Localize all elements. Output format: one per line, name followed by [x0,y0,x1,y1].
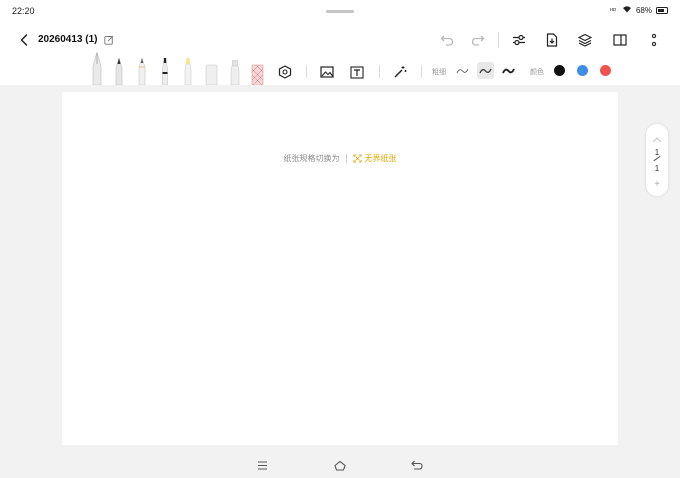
total-pages: 1 [654,164,660,173]
layers-button[interactable] [576,31,594,49]
pattern-brush-icon [251,64,264,85]
rename-button[interactable] [103,34,115,46]
adjust-icon [513,34,525,46]
status-time: 22:20 [12,6,35,16]
add-page-button[interactable]: + [646,179,668,190]
drawing-canvas[interactable]: 纸张规格切换为 无界纸张 [62,92,618,445]
paper-size-hint: 纸张规格切换为 无界纸张 [62,153,618,164]
tool-fountain-pen[interactable] [90,52,104,85]
battery-icon [656,6,668,14]
export-button[interactable] [543,31,561,49]
system-nav-bar [0,452,680,478]
toolbar-divider [421,65,422,78]
page-navigator: 1 1 + [646,124,668,196]
tool-pattern-brush[interactable] [251,64,264,85]
page-up-button[interactable] [652,130,662,148]
pencil-icon [138,58,146,85]
shape-tool-button[interactable] [277,64,293,80]
header-divider [498,32,499,48]
color-swatch-red[interactable] [600,65,611,76]
more-icon [651,33,657,47]
image-icon [320,66,334,78]
fountain-pen-icon [92,52,102,85]
hint-text: 纸张规格切换为 [283,154,340,163]
status-bar: 22:20 HD 68% [0,0,680,22]
edit-icon [104,35,114,45]
hexagon-icon [278,65,292,79]
magic-wand-button[interactable] [392,64,408,80]
thin-stroke-icon [456,68,469,73]
signal-label: HD [609,6,617,12]
adjust-button[interactable] [510,31,528,49]
book-view-button[interactable] [611,31,629,49]
highlighter-icon [184,58,192,85]
toolbar-divider [306,65,307,78]
layers-icon [578,33,592,47]
document-title[interactable]: 20260413 (1) [38,34,98,45]
medium-stroke-icon [479,68,492,73]
magic-wand-icon [394,66,407,78]
tool-eraser[interactable] [205,64,218,85]
back-icon [20,34,28,46]
undo-icon [440,35,454,46]
system-back-button[interactable] [411,459,423,471]
text-box-icon [350,65,364,79]
chevron-up-icon [652,137,662,143]
tool-pencil[interactable] [136,58,148,85]
back-button[interactable] [16,32,32,48]
thickness-label: 粗细 [432,69,446,76]
tool-highlighter[interactable] [182,58,194,85]
thick-stroke-icon [502,68,515,73]
redo-icon [471,35,485,46]
menu-icon [257,460,267,470]
tool-ink-pen[interactable] [113,58,125,85]
color-label: 颜色 [530,69,544,76]
home-icon [334,460,346,471]
book-icon [613,34,627,46]
export-icon [546,33,558,47]
home-button[interactable] [334,459,346,471]
status-indicators: HD 68% [608,5,668,15]
insert-text-button[interactable] [349,64,365,80]
menu-button[interactable] [256,459,268,471]
expand-icon [353,154,361,163]
tool-spray[interactable] [229,60,241,85]
infinite-paper-label: 无界纸张 [364,154,397,163]
thickness-medium[interactable] [477,62,494,79]
eraser-icon [205,64,218,85]
infinite-paper-link[interactable]: 无界纸张 [353,153,397,164]
marker-icon [162,58,168,85]
tool-marker[interactable] [159,58,171,85]
thickness-thin[interactable] [454,62,471,79]
battery-percent: 68% [635,5,652,15]
hint-separator [345,154,347,163]
toolbar-divider [379,65,380,78]
color-swatch-blue[interactable] [577,65,588,76]
undo-button[interactable] [438,31,456,49]
current-page: 1 [654,148,660,157]
drawing-toolbar: 粗细 颜色 [0,52,680,85]
return-icon [411,460,423,470]
ink-pen-icon [115,58,123,85]
wifi-icon [622,5,632,15]
redo-button[interactable] [469,31,487,49]
more-button[interactable] [645,31,663,49]
insert-image-button[interactable] [319,64,335,80]
color-swatch-black[interactable] [554,65,565,76]
thickness-thick[interactable] [500,62,517,79]
drag-handle[interactable] [326,10,354,13]
spray-icon [230,60,240,85]
